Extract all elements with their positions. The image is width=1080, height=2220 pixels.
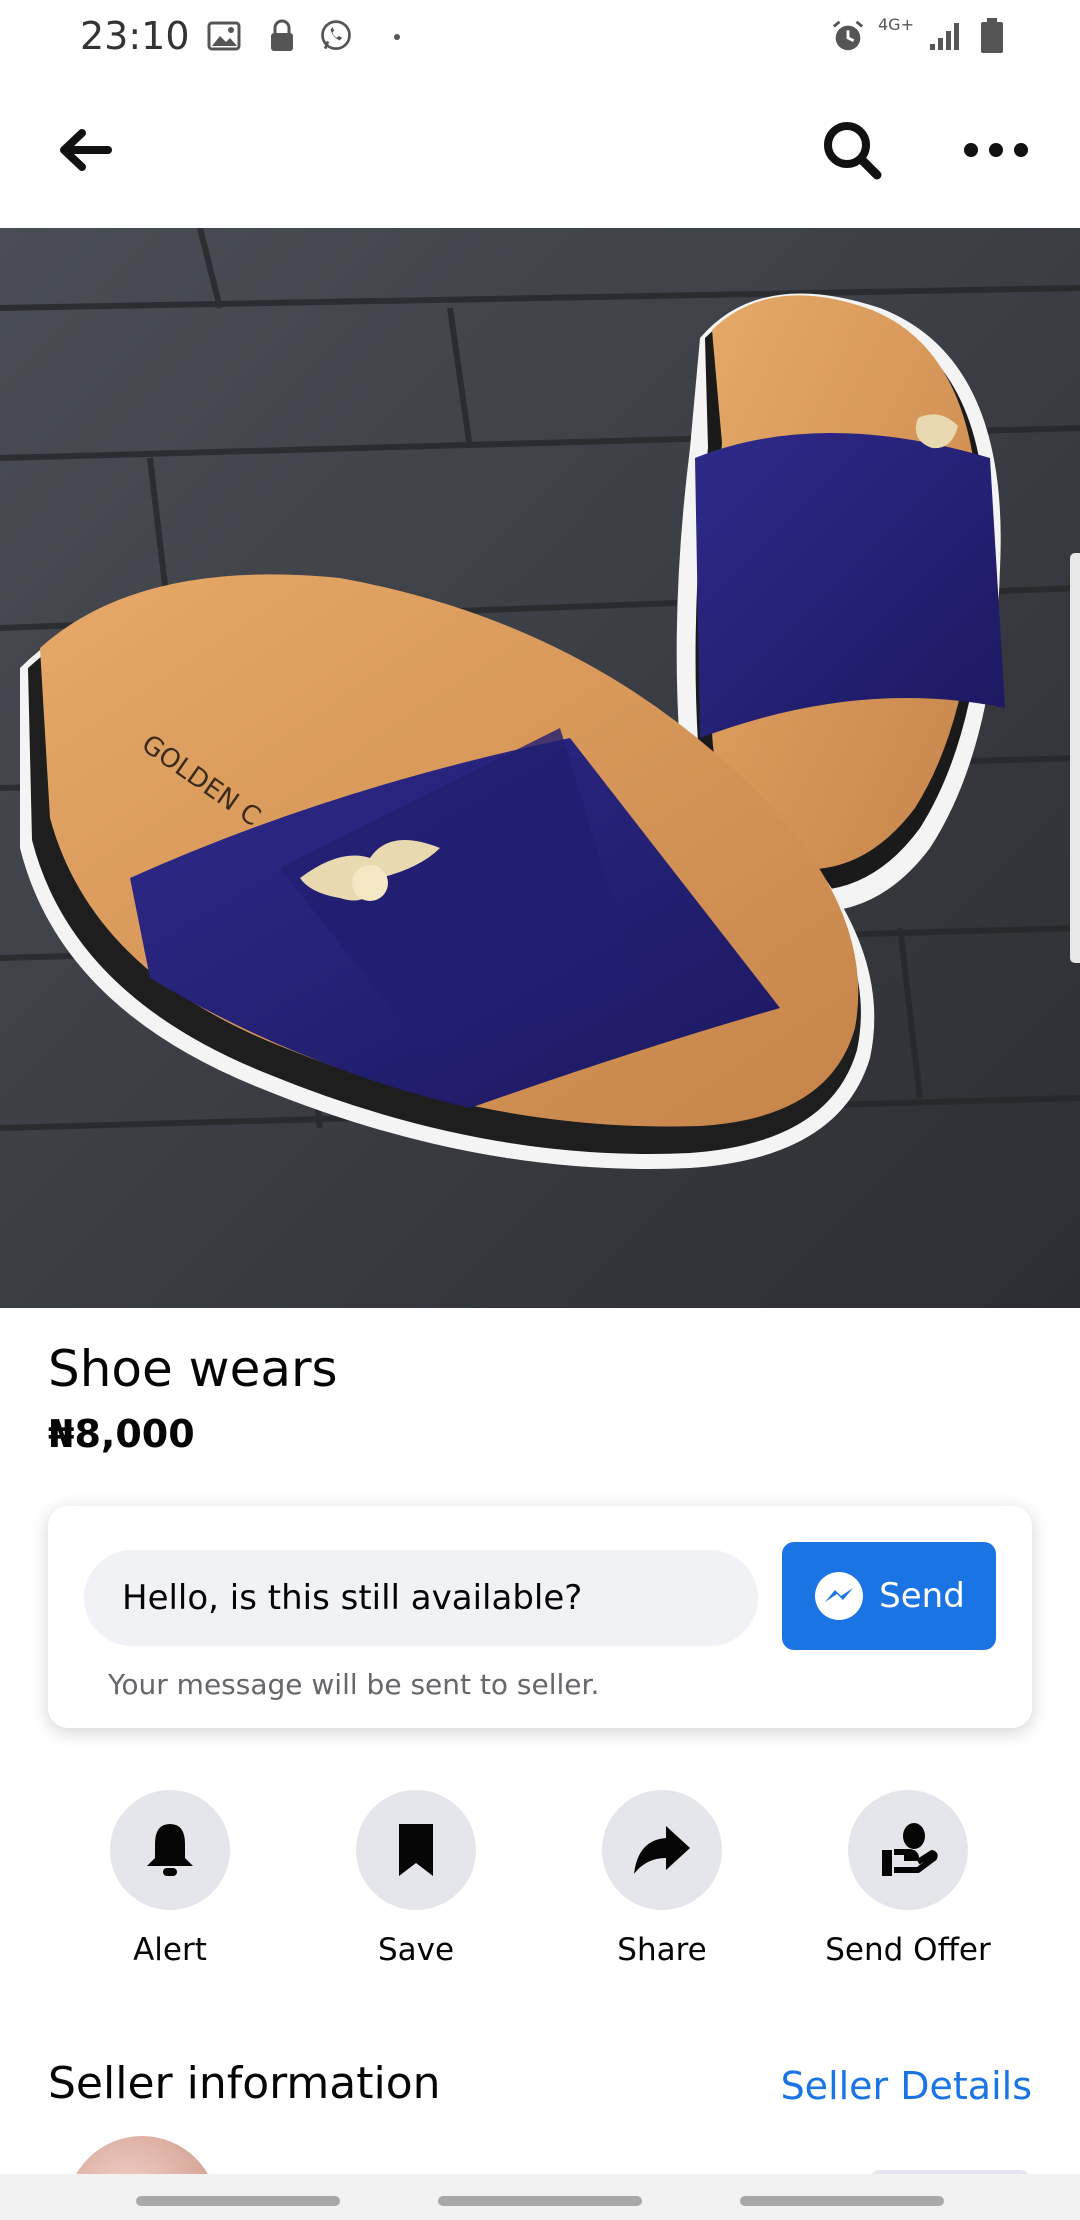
alarm-icon — [830, 18, 866, 54]
back-button[interactable] — [44, 110, 124, 190]
message-input[interactable] — [84, 1550, 758, 1646]
share-button-circle — [602, 1790, 722, 1910]
share-icon — [634, 1826, 690, 1874]
send-button-label: Send — [879, 1576, 965, 1616]
seller-details-link[interactable]: Seller Details — [781, 2064, 1032, 2108]
top-navigation — [0, 72, 1080, 228]
image-icon — [206, 18, 242, 54]
whatsapp-icon — [318, 18, 354, 54]
arrow-left-icon — [60, 129, 112, 171]
save-label: Save — [377, 1932, 455, 1968]
status-time: 23:10 — [80, 14, 190, 58]
product-photo-illustration: GOLDEN C — [0, 228, 1080, 1308]
send-offer-button[interactable]: Send Offer — [808, 1790, 1008, 1968]
status-bar: 23:10 4G+ — [0, 0, 1080, 72]
offer-icon — [882, 1823, 938, 1876]
send-offer-button-circle — [848, 1790, 968, 1910]
product-photo[interactable]: GOLDEN C — [0, 228, 1080, 1308]
share-label: Share — [617, 1932, 707, 1968]
messenger-icon — [815, 1572, 864, 1620]
save-button[interactable]: Save — [316, 1790, 516, 1968]
signal-icon — [926, 18, 966, 54]
recent-apps-button[interactable] — [136, 2196, 340, 2206]
lock-icon — [264, 18, 300, 54]
listing-price: ₦8,000 — [48, 1412, 195, 1456]
image-scroll-indicator — [1070, 553, 1080, 963]
send-offer-label: Send Offer — [825, 1932, 991, 1968]
system-navigation-bar — [0, 2174, 1080, 2220]
listing-title: Shoe wears — [48, 1340, 338, 1398]
bell-icon — [147, 1824, 193, 1876]
search-button[interactable] — [812, 110, 892, 190]
search-icon — [824, 122, 882, 180]
battery-icon — [974, 18, 1010, 54]
more-horizontal-icon — [964, 143, 1028, 157]
bookmark-icon — [399, 1824, 433, 1876]
save-button-circle — [356, 1790, 476, 1910]
message-seller-card: Send Your message will be sent to seller… — [48, 1506, 1032, 1728]
message-note: Your message will be sent to seller. — [108, 1668, 600, 1701]
home-button[interactable] — [438, 2196, 642, 2206]
notification-dot — [394, 34, 400, 40]
send-message-button[interactable]: Send — [782, 1542, 996, 1650]
seller-info-heading: Seller information — [48, 2058, 441, 2109]
network-type-label: 4G+ — [878, 15, 914, 34]
alert-label: Alert — [133, 1932, 207, 1968]
back-system-button[interactable] — [740, 2196, 944, 2206]
more-options-button[interactable] — [956, 110, 1036, 190]
share-button[interactable]: Share — [562, 1790, 762, 1968]
alert-button[interactable]: Alert — [70, 1790, 270, 1968]
alert-button-circle — [110, 1790, 230, 1910]
